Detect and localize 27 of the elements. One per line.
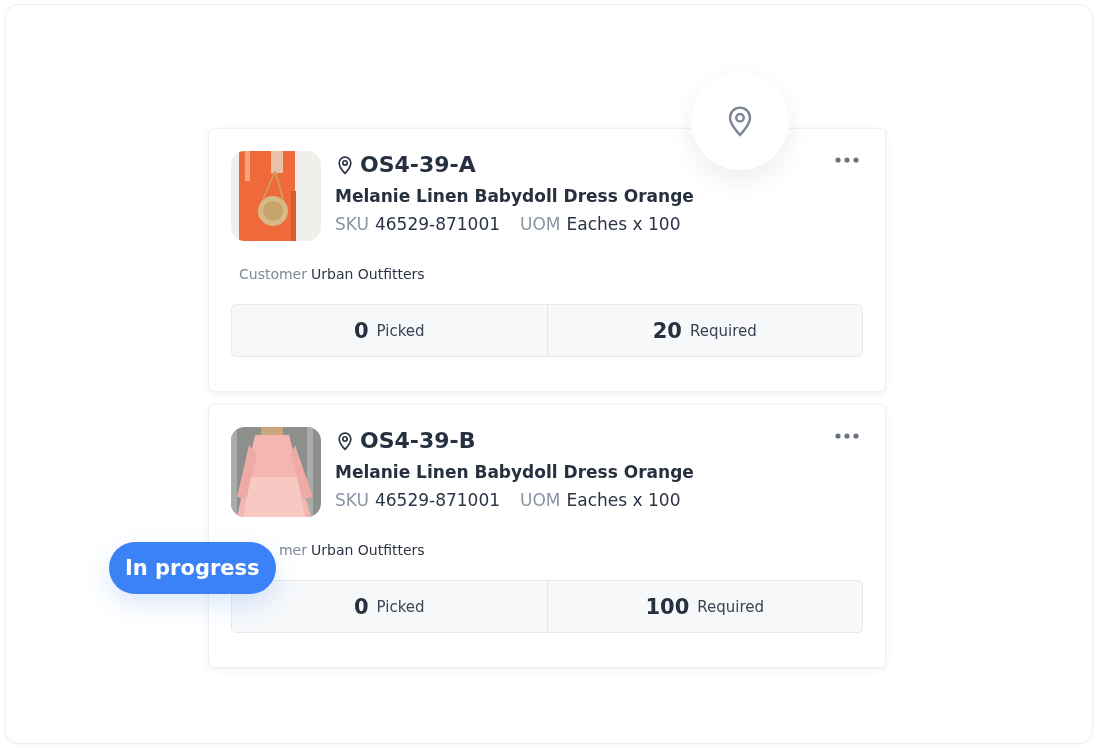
required-label: Required	[697, 597, 765, 616]
uom-label: UOM	[520, 490, 561, 510]
required-label: Required	[690, 321, 757, 340]
customer-name: Urban Outfitters	[311, 266, 425, 284]
picked-count: 0	[353, 318, 369, 343]
sku-label: SKU	[335, 490, 369, 510]
sku-label: SKU	[335, 214, 369, 234]
customer-name: Urban Outfitters	[311, 542, 425, 560]
picked-count: 0	[353, 594, 369, 619]
location-code: OS4-39-B	[360, 428, 476, 453]
required-count: 100	[645, 594, 690, 619]
location-pin-icon	[335, 153, 355, 176]
uom-value: Eaches x 100	[566, 490, 681, 510]
required-count: 20	[652, 318, 682, 343]
customer-label: Customer	[238, 266, 307, 284]
location-pin-icon	[335, 429, 355, 452]
picked-label: Picked	[376, 597, 425, 616]
location-code: OS4-39-A	[360, 152, 476, 177]
product-name: Melanie Linen Babydoll Dress Orange	[335, 462, 695, 482]
uom-value: Eaches x 100	[566, 214, 681, 234]
picked-label: Picked	[376, 321, 425, 340]
sku-value: 46529-871001	[374, 490, 501, 510]
product-name: Melanie Linen Babydoll Dress Orange	[335, 186, 695, 206]
sku-value: 46529-871001	[374, 214, 501, 234]
status-badge: In progress	[109, 542, 276, 594]
uom-label: UOM	[520, 214, 561, 234]
customer-label: mer	[278, 542, 307, 560]
